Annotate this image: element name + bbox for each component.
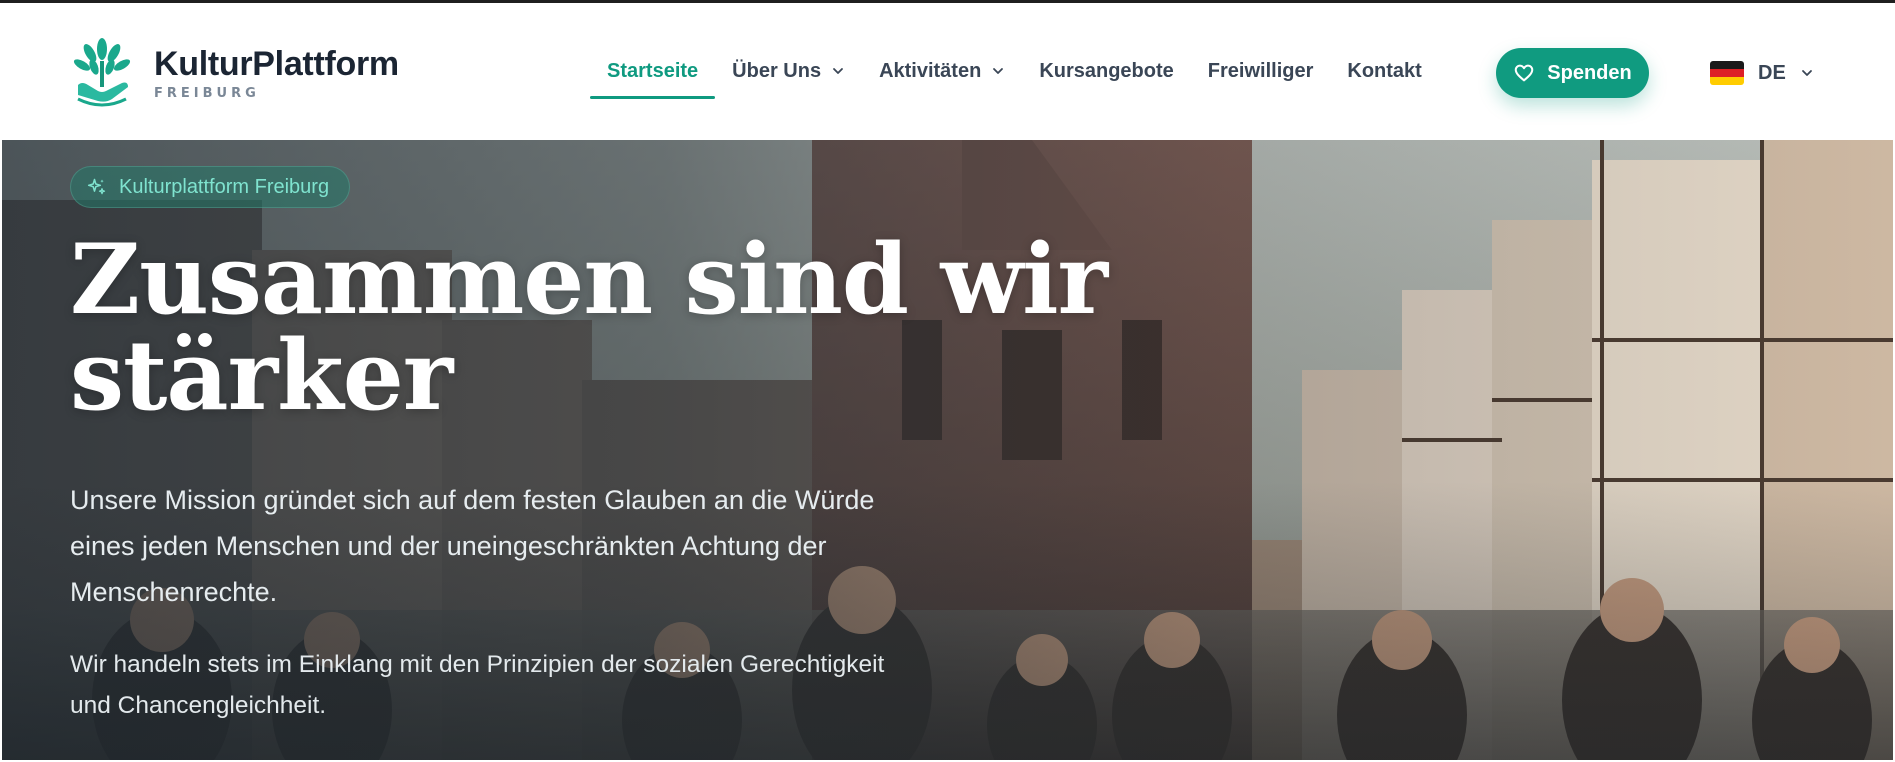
hero-section: Kulturplattform Freiburg Zusammen sind w… [2, 140, 1893, 760]
heart-icon [1515, 64, 1534, 82]
donate-label: Spenden [1547, 61, 1632, 84]
nav-item-kontakt[interactable]: Kontakt [1330, 43, 1438, 99]
chevron-down-icon [1801, 70, 1812, 76]
brand-subtitle: FREIBURG [154, 85, 260, 101]
germany-flag-icon [1710, 61, 1744, 85]
brand-name: KulturPlattform [154, 44, 399, 83]
language-code: DE [1758, 61, 1786, 84]
nav-item-startseite[interactable]: Startseite [590, 43, 716, 99]
nav-item-label: Kursangebote [1039, 59, 1174, 82]
main-nav: Startseite Über Uns Aktivitäten Kursange… [590, 43, 1439, 99]
tree-hand-icon [73, 38, 131, 107]
nav-item-label: Aktivitäten [879, 59, 982, 82]
nav-item-kursangebote[interactable]: Kursangebote [1022, 43, 1190, 99]
chevron-down-icon [833, 68, 843, 74]
hero-title-line2: stärker [70, 319, 453, 432]
nav-item-freiwilliger[interactable]: Freiwilliger [1191, 43, 1331, 99]
nav-item-label: Startseite [607, 59, 699, 82]
nav-item-label: Kontakt [1347, 59, 1422, 82]
donate-button[interactable]: Spenden [1496, 48, 1649, 98]
hero-badge: Kulturplattform Freiburg [70, 166, 351, 208]
nav-item-aktivitaeten[interactable]: Aktivitäten [862, 43, 1022, 99]
hero-badge-label: Kulturplattform Freiburg [119, 175, 330, 198]
nav-item-label: Über Uns [732, 59, 822, 82]
nav-item-ueber-uns[interactable]: Über Uns [715, 43, 862, 99]
site-header: KulturPlattform FREIBURG Startseite Über… [0, 3, 1895, 140]
nav-item-label: Freiwilliger [1207, 59, 1314, 82]
hero-mission-text: Unsere Mission gründet sich auf dem fest… [70, 485, 875, 607]
hero-principles-text: Wir handeln stets im Einklang mit den Pr… [70, 651, 885, 719]
language-selector[interactable]: DE [1710, 55, 1814, 91]
brand-logo-link[interactable]: KulturPlattform FREIBURG [72, 37, 399, 109]
chevron-down-icon [993, 68, 1004, 74]
hero-title: Zusammen sind wir stärker [70, 232, 1170, 424]
sparkles-icon [87, 178, 106, 195]
